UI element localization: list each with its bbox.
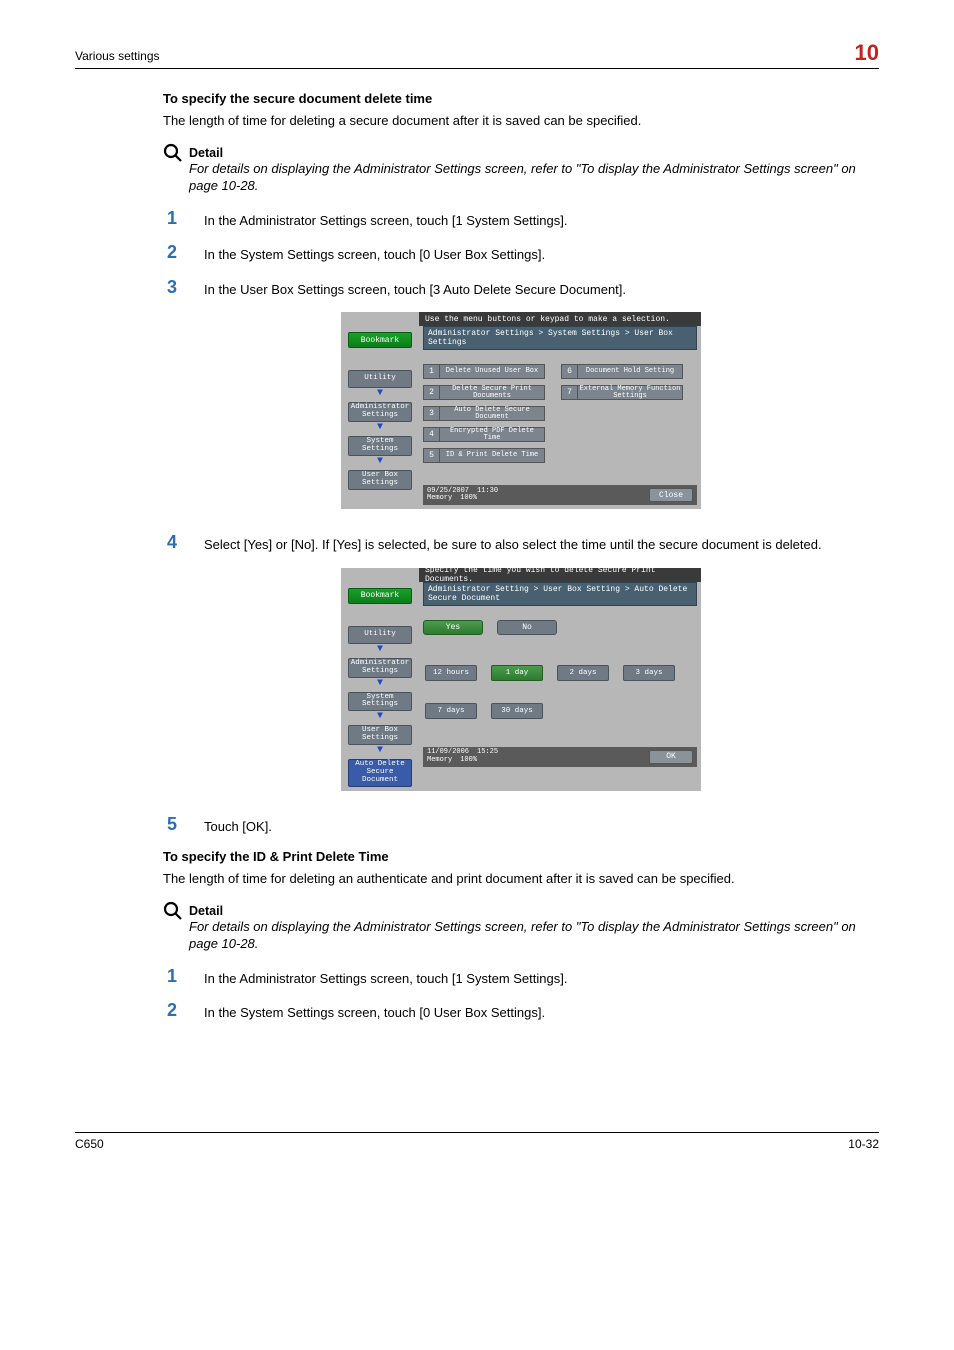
step-number: 5 bbox=[163, 815, 177, 833]
arrow-down-icon: ▼ bbox=[377, 747, 383, 755]
admin-screen-user-box-settings: Use the menu buttons or keypad to make a… bbox=[341, 312, 701, 509]
step-text: In the Administrator Settings screen, to… bbox=[204, 967, 567, 988]
step-text: In the System Settings screen, touch [0 … bbox=[204, 243, 545, 264]
arrow-down-icon: ▼ bbox=[377, 680, 383, 688]
magnifier-icon bbox=[162, 900, 184, 925]
status-bar: 11/09/200615:25 Memory100% OK bbox=[423, 747, 697, 767]
section1-step4: 4 Select [Yes] or [No]. If [Yes] is selec… bbox=[163, 533, 879, 554]
sidebar-item-auto-delete-secure[interactable]: Auto Delete Secure Document bbox=[348, 759, 412, 787]
opt-encrypted-pdf-delete[interactable]: Encrypted PDF Delete Time bbox=[439, 427, 545, 442]
choice-7-days[interactable]: 7 days bbox=[425, 703, 477, 719]
sidebar-item-utility[interactable]: Utility bbox=[348, 370, 412, 388]
detail-note-1: Detail For details on displaying the Adm… bbox=[163, 146, 879, 195]
arrow-down-icon: ▼ bbox=[377, 458, 383, 466]
admin-screen-auto-delete-secure: Specify the time you wish to delete Secu… bbox=[341, 568, 701, 791]
opt-delete-secure-print[interactable]: Delete Secure Print Documents bbox=[439, 385, 545, 400]
section2-intro: The length of time for deleting an authe… bbox=[163, 870, 879, 888]
status-mem: 100% bbox=[460, 757, 477, 765]
status-mem: 100% bbox=[460, 495, 477, 503]
arrow-down-icon: ▼ bbox=[377, 424, 383, 432]
opt-num[interactable]: 6 bbox=[561, 364, 577, 379]
detail-label: Detail bbox=[189, 146, 879, 160]
opt-num[interactable]: 1 bbox=[423, 364, 439, 379]
status-mem-label: Memory bbox=[427, 495, 452, 503]
opt-num[interactable]: 7 bbox=[561, 385, 577, 400]
step-text: In the System Settings screen, touch [0 … bbox=[204, 1001, 545, 1022]
opt-external-memory[interactable]: External Memory Function Settings bbox=[577, 385, 683, 400]
detail-note-2: Detail For details on displaying the Adm… bbox=[163, 904, 879, 953]
bookmark-button[interactable]: Bookmark bbox=[348, 588, 412, 604]
sidebar-item-utility[interactable]: Utility bbox=[348, 626, 412, 644]
section1-intro: The length of time for deleting a secure… bbox=[163, 112, 879, 130]
footer-model: C650 bbox=[75, 1137, 104, 1151]
detail-label: Detail bbox=[189, 904, 879, 918]
choice-3-days[interactable]: 3 days bbox=[623, 665, 675, 681]
sidebar-item-system-settings[interactable]: System Settings bbox=[348, 692, 412, 712]
sidebar-item-admin-settings[interactable]: Administrator Settings bbox=[348, 402, 412, 422]
choice-2-days[interactable]: 2 days bbox=[557, 665, 609, 681]
opt-num[interactable]: 3 bbox=[423, 406, 439, 421]
section1-steps: 1 In the Administrator Settings screen, t… bbox=[163, 209, 879, 299]
opt-id-print-delete[interactable]: ID & Print Delete Time bbox=[439, 448, 545, 463]
section2-title: To specify the ID & Print Delete Time bbox=[163, 849, 879, 864]
status-time: 11:30 bbox=[477, 488, 498, 496]
yes-tab[interactable]: Yes bbox=[423, 620, 483, 635]
choice-30-days[interactable]: 30 days bbox=[491, 703, 543, 719]
page-header: Various settings 10 bbox=[75, 40, 879, 69]
step-text: In the User Box Settings screen, touch [… bbox=[204, 278, 626, 299]
opt-num[interactable]: 2 bbox=[423, 385, 439, 400]
sidebar-item-user-box-settings[interactable]: User Box Settings bbox=[348, 725, 412, 745]
page-footer: C650 10-32 bbox=[75, 1132, 879, 1151]
no-tab[interactable]: No bbox=[497, 620, 557, 635]
instruction-bar: Use the menu buttons or keypad to make a… bbox=[419, 312, 701, 326]
step-number: 2 bbox=[163, 1001, 177, 1019]
sidebar-item-system-settings[interactable]: System Settings bbox=[348, 436, 412, 456]
sidebar-item-admin-settings[interactable]: Administrator Settings bbox=[348, 658, 412, 678]
detail-desc: For details on displaying the Administra… bbox=[189, 918, 879, 953]
opt-auto-delete-secure-doc[interactable]: Auto Delete Secure Document bbox=[439, 406, 545, 421]
arrow-down-icon: ▼ bbox=[377, 713, 383, 721]
ok-button[interactable]: OK bbox=[649, 750, 693, 764]
step-number: 1 bbox=[163, 967, 177, 985]
section1-step5: 5 Touch [OK]. bbox=[163, 815, 879, 836]
choice-1-day[interactable]: 1 day bbox=[491, 665, 543, 681]
step-text: Touch [OK]. bbox=[204, 815, 272, 836]
step-number: 3 bbox=[163, 278, 177, 296]
header-section: Various settings bbox=[75, 49, 160, 63]
breadcrumb: Administrator Setting > User Box Setting… bbox=[423, 582, 697, 606]
step-number: 4 bbox=[163, 533, 177, 551]
footer-page: 10-32 bbox=[848, 1137, 879, 1151]
choice-12-hours[interactable]: 12 hours bbox=[425, 665, 477, 681]
step-number: 1 bbox=[163, 209, 177, 227]
section2-steps: 1 In the Administrator Settings screen, t… bbox=[163, 967, 879, 1022]
status-time: 15:25 bbox=[477, 749, 498, 757]
magnifier-icon bbox=[162, 142, 184, 167]
bookmark-button[interactable]: Bookmark bbox=[348, 332, 412, 348]
opt-delete-unused-user-box[interactable]: Delete Unused User Box bbox=[439, 364, 545, 379]
breadcrumb: Administrator Settings > System Settings… bbox=[423, 326, 697, 350]
opt-num[interactable]: 5 bbox=[423, 448, 439, 463]
step-number: 2 bbox=[163, 243, 177, 261]
arrow-down-icon: ▼ bbox=[377, 646, 383, 654]
chapter-number: 10 bbox=[855, 40, 879, 66]
status-mem-label: Memory bbox=[427, 757, 452, 765]
sidebar-item-user-box-settings[interactable]: User Box Settings bbox=[348, 470, 412, 490]
section1-title: To specify the secure document delete ti… bbox=[163, 91, 879, 106]
detail-desc: For details on displaying the Administra… bbox=[189, 160, 879, 195]
opt-num[interactable]: 4 bbox=[423, 427, 439, 442]
step-text: Select [Yes] or [No]. If [Yes] is select… bbox=[204, 533, 822, 554]
step-text: In the Administrator Settings screen, to… bbox=[204, 209, 567, 230]
status-bar: 09/25/200711:30 Memory100% Close bbox=[423, 485, 697, 505]
opt-document-hold[interactable]: Document Hold Setting bbox=[577, 364, 683, 379]
arrow-down-icon: ▼ bbox=[377, 390, 383, 398]
instruction-bar: Specify the time you wish to delete Secu… bbox=[419, 568, 701, 582]
close-button[interactable]: Close bbox=[649, 488, 693, 502]
